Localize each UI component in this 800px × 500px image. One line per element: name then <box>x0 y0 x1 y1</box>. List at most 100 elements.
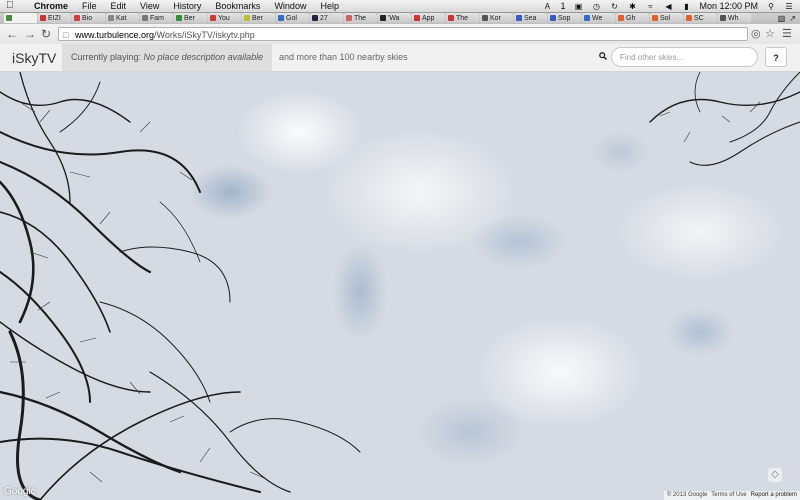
help-button[interactable]: ? <box>765 47 787 67</box>
browser-tab[interactable]: Wh <box>718 13 751 23</box>
url-text: www.turbulence.org/Works/iSkyTV/iskytv.p… <box>75 28 255 42</box>
location-icon[interactable]: ◎ <box>751 27 761 41</box>
favicon-icon <box>6 15 12 21</box>
favicon-icon <box>380 15 386 21</box>
notification-center-icon[interactable]: ☰ <box>784 2 794 11</box>
report-problem-link[interactable]: Report a problem <box>751 491 797 500</box>
tab-label: SC <box>694 14 704 22</box>
browser-tab[interactable]: We <box>582 13 615 23</box>
tab-label: The <box>354 14 367 22</box>
browser-tab[interactable]: Gol <box>276 13 309 23</box>
notification-badge[interactable]: 1 <box>560 0 565 12</box>
adobe-icon[interactable]: A <box>542 2 552 11</box>
tab-label: Bio <box>82 14 93 22</box>
window-controls: ▧ ↗ <box>778 13 796 24</box>
browser-tab[interactable]: You <box>208 13 241 23</box>
tab-label: We <box>592 14 603 22</box>
menu-view[interactable]: View <box>140 0 159 12</box>
find-skies-input[interactable] <box>611 47 758 67</box>
favicon-icon <box>108 15 114 21</box>
browser-tab[interactable]: Bio <box>72 13 105 23</box>
bookmark-star-icon[interactable]: ☆ <box>765 27 775 41</box>
browser-tab[interactable]: Sea <box>514 13 547 23</box>
favicon-icon <box>346 15 352 21</box>
tab-label: Ber <box>184 14 195 22</box>
volume-icon[interactable]: ◀ <box>663 2 673 11</box>
menu-app-name[interactable]: Chrome <box>34 0 68 12</box>
copy-icon[interactable]: ▣ <box>573 2 583 11</box>
browser-tab[interactable]: Gh <box>616 13 649 23</box>
browser-tab[interactable]: Kor <box>480 13 513 23</box>
url-host: www.turbulence.org <box>75 30 155 40</box>
favicon-icon <box>278 15 284 21</box>
favicon-icon <box>244 15 250 21</box>
favicon-icon <box>482 15 488 21</box>
search-icon <box>599 52 607 60</box>
battery-icon[interactable]: ▮ <box>681 2 691 11</box>
browser-tab[interactable]: Sop <box>548 13 581 23</box>
bluetooth-icon[interactable]: ✱ <box>627 2 637 11</box>
page-icon: □ <box>63 30 69 40</box>
tab-label: Sea <box>524 14 537 22</box>
tab-label: 27 <box>320 14 328 22</box>
reload-icon[interactable]: ↻ <box>41 26 51 42</box>
menu-file[interactable]: File <box>82 0 97 12</box>
fullscreen-icon[interactable]: ↗ <box>789 13 796 24</box>
chrome-menu-icon[interactable]: ☰ <box>782 27 792 41</box>
menu-window[interactable]: Window <box>274 0 306 12</box>
site-brand[interactable]: iSkyTV <box>12 50 56 66</box>
favicon-icon <box>584 15 590 21</box>
favicon-icon <box>40 15 46 21</box>
browser-tab[interactable]: Sol <box>650 13 683 23</box>
status-area: A 1 ▣ ◷ ↻ ✱ ≈ ◀ ▮ Mon 12:00 PM ⚲ ☰ <box>542 0 794 12</box>
menu-bookmarks[interactable]: Bookmarks <box>215 0 260 12</box>
browser-tab[interactable]: EIZI <box>38 13 71 23</box>
tab-label: Kat <box>116 14 127 22</box>
tab-label: App <box>422 14 435 22</box>
sky-panorama[interactable]: Google ◇ © 2013 Google Terms of Use Repo… <box>0 72 800 500</box>
terms-link[interactable]: Terms of Use <box>711 491 746 500</box>
navigation-arrow-icon[interactable]: ◇ <box>768 468 782 482</box>
browser-tab[interactable]: Ber <box>174 13 207 23</box>
menu-history[interactable]: History <box>173 0 201 12</box>
tab-label: Ber <box>252 14 263 22</box>
nearby-skies-link[interactable]: and more than 100 nearby skies <box>279 44 408 71</box>
copyright-text: © 2013 Google <box>666 492 708 498</box>
sync-icon[interactable]: ↻ <box>609 2 619 11</box>
clock[interactable]: Mon 12:00 PM <box>699 0 758 12</box>
profile-icon[interactable]: ▧ <box>778 13 786 24</box>
forward-icon[interactable]: → <box>24 26 36 42</box>
address-bar[interactable]: □ www.turbulence.org/Works/iSkyTV/iskytv… <box>58 27 748 41</box>
browser-tab[interactable]: Fam <box>140 13 173 23</box>
browser-tab[interactable]: Ber <box>242 13 275 23</box>
tab-label: You <box>218 14 230 22</box>
tab-label: Gh <box>626 14 636 22</box>
browser-tab[interactable]: Kat <box>106 13 139 23</box>
menu-edit[interactable]: Edit <box>111 0 127 12</box>
browser-tab[interactable]: The <box>344 13 377 23</box>
favicon-icon <box>686 15 692 21</box>
favicon-icon <box>720 15 726 21</box>
menu-help[interactable]: Help <box>320 0 339 12</box>
menu-bar:  Chrome File Edit View History Bookmark… <box>0 0 800 13</box>
tab-label: The <box>456 14 469 22</box>
back-icon[interactable]: ← <box>6 26 18 42</box>
spotlight-icon[interactable]: ⚲ <box>766 2 776 11</box>
favicon-icon <box>516 15 522 21</box>
browser-toolbar: ← → ↻ □ www.turbulence.org/Works/iSkyTV/… <box>0 24 800 45</box>
browser-tab[interactable] <box>4 13 37 23</box>
browser-tab[interactable]: 'Wa <box>378 13 411 23</box>
playing-label: Currently playing: <box>71 52 142 62</box>
wifi-icon[interactable]: ≈ <box>645 2 655 11</box>
tab-label: Kor <box>490 14 501 22</box>
apple-icon[interactable]:  <box>6 0 14 12</box>
time-machine-icon[interactable]: ◷ <box>591 2 601 11</box>
favicon-icon <box>550 15 556 21</box>
map-attribution: © 2013 Google Terms of Use Report a prob… <box>663 491 800 500</box>
tab-label: 'Wa <box>388 14 400 22</box>
browser-tab[interactable]: 27 <box>310 13 343 23</box>
browser-tab[interactable]: SC <box>684 13 717 23</box>
favicon-icon <box>210 15 216 21</box>
browser-tab[interactable]: The <box>446 13 479 23</box>
browser-tab[interactable]: App <box>412 13 445 23</box>
